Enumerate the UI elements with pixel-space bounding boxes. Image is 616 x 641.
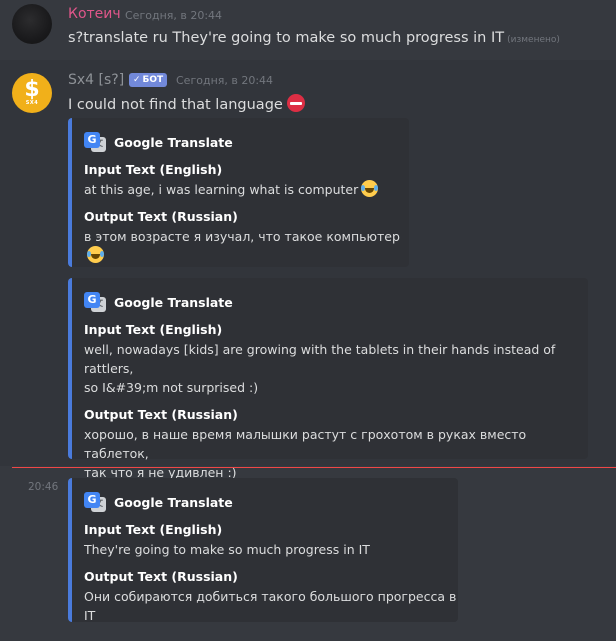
google-translate-icon: 文G bbox=[84, 132, 106, 152]
author-name[interactable]: Sx4 [s?] bbox=[68, 72, 124, 88]
timestamp: Сегодня, в 20:44 bbox=[125, 9, 223, 22]
bot-badge-label: БОТ bbox=[142, 75, 164, 85]
output-label: Output Text (Russian) bbox=[84, 407, 238, 422]
message-text: s?translate ru They're going to make so … bbox=[68, 30, 505, 46]
embed-author-name: Google Translate bbox=[114, 134, 233, 150]
avatar-text: SX4 bbox=[25, 100, 39, 106]
embed-author-name: Google Translate bbox=[114, 294, 233, 310]
embed-author: 文G Google Translate bbox=[84, 492, 458, 512]
input-label: Input Text (English) bbox=[84, 162, 223, 177]
input-value: at this age, i was learning what is comp… bbox=[84, 180, 409, 199]
message-kotеich: Котеич Сегодня, в 20:44 s?translate ru T… bbox=[0, 0, 616, 60]
dollar-icon: $ bbox=[24, 77, 40, 102]
google-translate-icon: 文G bbox=[84, 292, 106, 312]
input-label: Input Text (English) bbox=[84, 522, 223, 537]
input-value: well, nowadays [kids] are growing with t… bbox=[84, 342, 556, 395]
no-entry-emoji-icon bbox=[286, 94, 305, 112]
translate-embed: 文G Google Translate Input Text (English)… bbox=[68, 118, 409, 267]
bot-avatar[interactable]: $ SX4 bbox=[12, 73, 52, 113]
input-label: Input Text (English) bbox=[84, 322, 223, 337]
avatar[interactable] bbox=[12, 4, 52, 44]
output-value: хорошо, в наше время малышки растут с гр… bbox=[84, 427, 527, 480]
output-value: Они собираются добиться такого большого … bbox=[84, 589, 457, 623]
embed-author-name: Google Translate bbox=[114, 494, 233, 510]
new-messages-divider bbox=[12, 467, 616, 468]
output-label: Output Text (Russian) bbox=[84, 209, 238, 224]
translate-embed: 文G Google Translate Input Text (English)… bbox=[68, 278, 588, 480]
input-value: They're going to make so much progress i… bbox=[84, 542, 370, 557]
message-text: I could not find that language bbox=[68, 97, 283, 113]
check-icon: ✓ bbox=[133, 75, 141, 85]
output-label: Output Text (Russian) bbox=[84, 569, 238, 584]
joy-emoji-icon bbox=[361, 180, 379, 197]
message-content: I could not find that language bbox=[68, 94, 305, 113]
translate-embed: 文G Google Translate Input Text (English)… bbox=[68, 478, 458, 623]
author-name[interactable]: Котеич bbox=[68, 6, 121, 22]
edited-label: (изменено) bbox=[507, 35, 560, 45]
bot-badge: ✓ БОТ bbox=[129, 73, 168, 87]
message-content: s?translate ru They're going to make so … bbox=[68, 30, 560, 46]
embed-author: 文G Google Translate bbox=[84, 292, 588, 312]
output-value: в этом возрасте я изучал, что такое комп… bbox=[84, 227, 409, 265]
message-time: 20:46 bbox=[28, 481, 59, 493]
google-translate-icon: 文G bbox=[84, 492, 106, 512]
embed-author: 文G Google Translate bbox=[84, 132, 409, 152]
timestamp: Сегодня, в 20:44 bbox=[176, 74, 274, 87]
joy-emoji-icon bbox=[87, 246, 104, 263]
